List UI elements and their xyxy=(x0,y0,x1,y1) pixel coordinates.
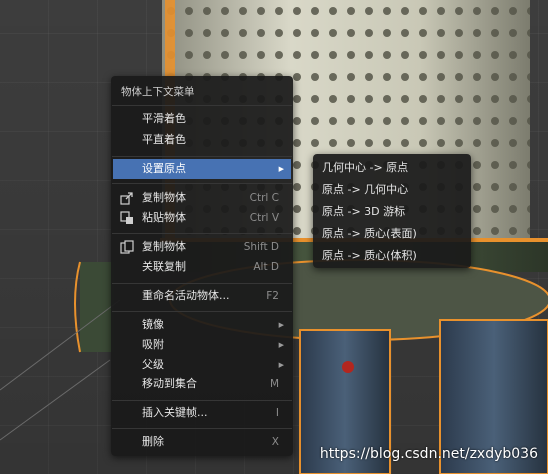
rename-active-item[interactable]: 重命名活动物体... F2 xyxy=(113,286,291,306)
rename-shortcut: F2 xyxy=(266,290,279,302)
geometry-to-origin-item[interactable]: 几何中心 -> 原点 xyxy=(313,157,471,179)
menu-separator xyxy=(112,156,292,157)
parent-item[interactable]: 父级 ▶ xyxy=(113,355,291,375)
set-origin-submenu: 几何中心 -> 原点 原点 -> 几何中心 原点 -> 3D 游标 原点 -> … xyxy=(313,154,471,268)
insert-keyframe-item[interactable]: 插入关键帧... I xyxy=(113,403,291,423)
paste-objects-item[interactable]: 粘贴物体 Ctrl V xyxy=(113,208,291,228)
duplicate-linked-label: 关联复制 xyxy=(142,260,186,273)
parent-label: 父级 xyxy=(142,358,164,371)
menu-separator xyxy=(112,105,292,106)
duplicate-linked-item[interactable]: 关联复制 Alt D xyxy=(113,257,291,277)
set-origin-item[interactable]: 设置原点 ▶ xyxy=(113,159,291,179)
submenu-item-label: 几何中心 -> 原点 xyxy=(322,161,409,174)
object-context-menu: 物体上下文菜单 平滑着色 平直着色 设置原点 ▶ 复制物体 Ctrl C 粘贴物… xyxy=(111,76,293,456)
origin-to-center-of-mass-surface-item[interactable]: 原点 -> 质心(表面) xyxy=(313,223,471,245)
duplicate-linked-shortcut: Alt D xyxy=(253,261,279,273)
watermark-text: https://blog.csdn.net/zxdyb036 xyxy=(319,446,538,462)
copy-objects-label: 复制物体 xyxy=(142,191,186,204)
menu-separator xyxy=(112,400,292,401)
menu-separator xyxy=(112,183,292,184)
menu-separator xyxy=(112,283,292,284)
paste-icon xyxy=(120,211,133,224)
duplicate-icon xyxy=(120,240,134,254)
delete-shortcut: X xyxy=(271,436,279,448)
set-origin-label: 设置原点 xyxy=(142,162,186,175)
paste-objects-label: 粘贴物体 xyxy=(142,211,186,224)
submenu-arrow-icon: ▶ xyxy=(278,165,284,173)
mirror-label: 镜像 xyxy=(142,318,164,331)
duplicate-shortcut: Shift D xyxy=(243,241,279,253)
duplicate-objects-item[interactable]: 复制物体 Shift D xyxy=(113,237,291,257)
move-to-collection-label: 移动到集合 xyxy=(142,377,197,390)
shade-flat-label: 平直着色 xyxy=(142,133,186,146)
move-to-collection-shortcut: M xyxy=(269,378,279,390)
copy-objects-item[interactable]: 复制物体 Ctrl C xyxy=(113,188,291,208)
mirror-item[interactable]: 镜像 ▶ xyxy=(113,315,291,335)
copy-shortcut: Ctrl C xyxy=(249,192,279,204)
origin-to-3d-cursor-item[interactable]: 原点 -> 3D 游标 xyxy=(313,201,471,223)
insert-keyframe-shortcut: I xyxy=(275,407,279,419)
snap-item[interactable]: 吸附 ▶ xyxy=(113,335,291,355)
submenu-item-label: 原点 -> 几何中心 xyxy=(322,183,409,196)
origin-to-geometry-item[interactable]: 原点 -> 几何中心 xyxy=(313,179,471,201)
menu-title: 物体上下文菜单 xyxy=(121,86,195,98)
move-to-collection-item[interactable]: 移动到集合 M xyxy=(113,374,291,394)
menu-separator xyxy=(112,428,292,429)
snap-label: 吸附 xyxy=(142,338,164,351)
submenu-item-label: 原点 -> 3D 游标 xyxy=(322,205,406,218)
shade-smooth-item[interactable]: 平滑着色 xyxy=(113,109,291,129)
duplicate-objects-label: 复制物体 xyxy=(142,240,186,253)
rename-active-label: 重命名活动物体... xyxy=(142,289,230,302)
submenu-arrow-icon: ▶ xyxy=(278,321,284,329)
insert-keyframe-label: 插入关键帧... xyxy=(142,406,208,419)
shade-smooth-label: 平滑着色 xyxy=(142,112,186,125)
menu-separator xyxy=(112,311,292,312)
submenu-item-label: 原点 -> 质心(表面) xyxy=(322,227,417,240)
origin-to-center-of-mass-volume-item[interactable]: 原点 -> 质心(体积) xyxy=(313,245,471,267)
submenu-item-label: 原点 -> 质心(体积) xyxy=(322,249,417,262)
delete-item[interactable]: 删除 X xyxy=(113,432,291,452)
paste-shortcut: Ctrl V xyxy=(249,212,279,224)
copy-icon xyxy=(120,192,133,205)
delete-label: 删除 xyxy=(142,435,164,448)
submenu-arrow-icon: ▶ xyxy=(278,341,284,349)
shade-flat-item[interactable]: 平直着色 xyxy=(113,130,291,150)
menu-separator xyxy=(112,233,292,234)
submenu-arrow-icon: ▶ xyxy=(278,361,284,369)
